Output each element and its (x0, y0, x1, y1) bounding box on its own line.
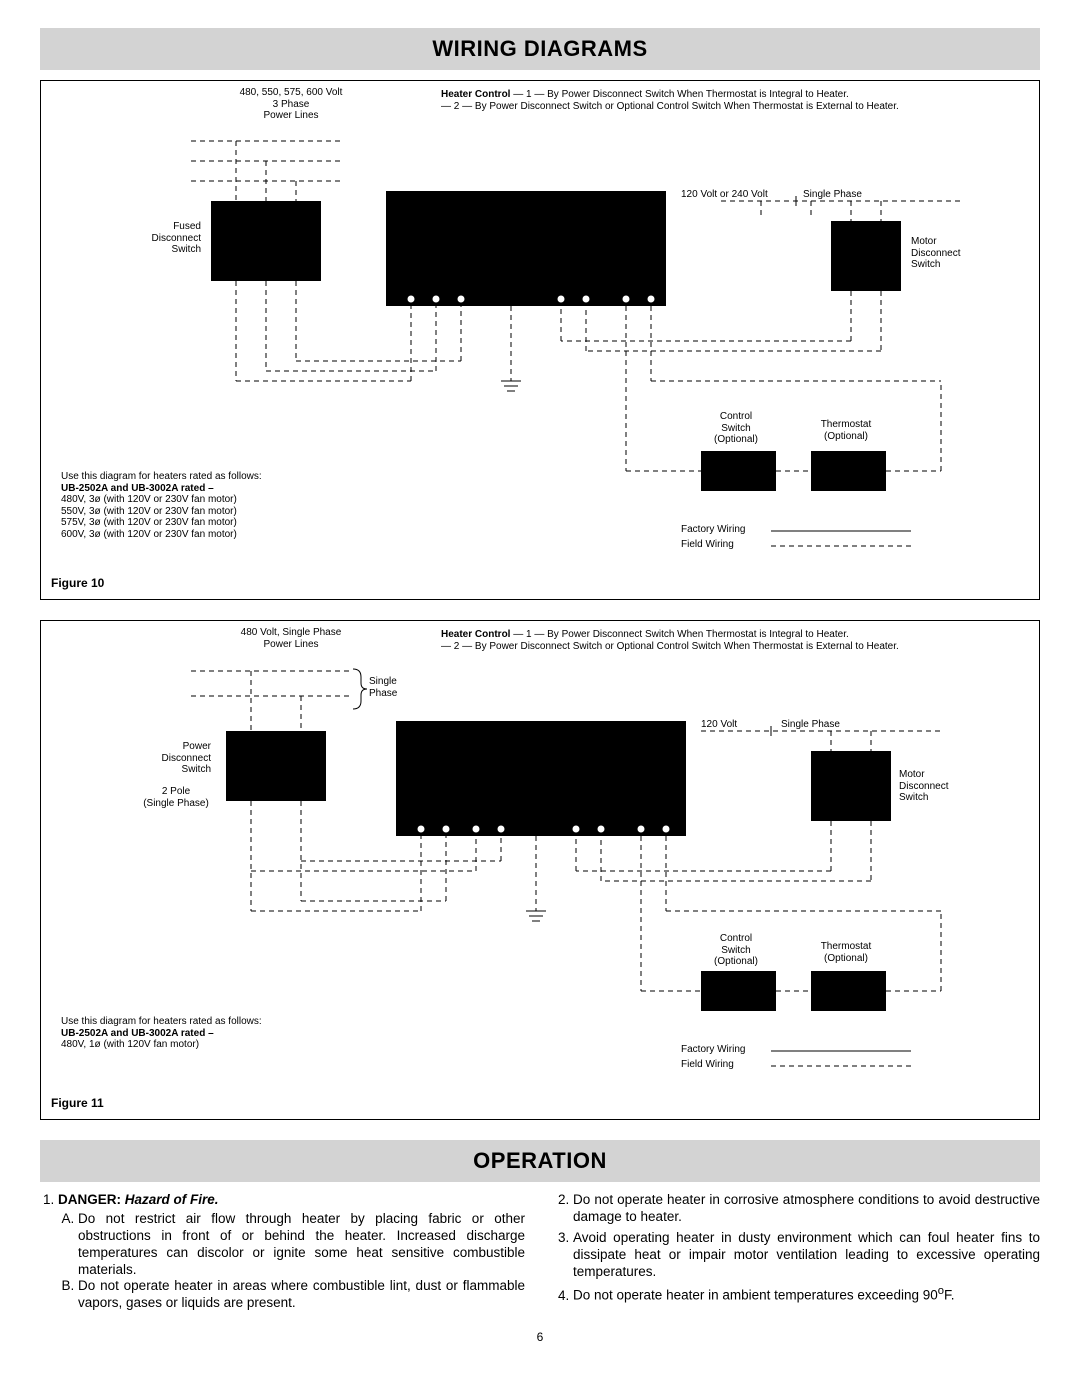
ratings-11: Use this diagram for heaters rated as fo… (61, 1016, 381, 1051)
op-4: Do not operate heater in ambient tempera… (573, 1284, 1040, 1304)
motor-switch-label: Motor Disconnect Switch (911, 236, 991, 271)
heater-box-text-11: Type "UB" Heater Internal Wiring Diagram… (398, 723, 696, 794)
motor-phase-11: Single Phase (781, 719, 840, 731)
field-wiring-label-11: Field Wiring (681, 1059, 734, 1071)
single-phase-brace: Single Phase (369, 676, 397, 699)
motor-volt: 120 Volt or 240 Volt (681, 189, 768, 201)
motor-switch-label-11: Motor Disconnect Switch (899, 769, 979, 804)
power-switch-label: Power Disconnect Switch (111, 741, 211, 776)
control-switch-label: Control Switch (Optional) (691, 411, 781, 446)
figure-11-caption: Figure 11 (51, 1096, 104, 1110)
factory-wiring-label-11: Factory Wiring (681, 1044, 745, 1056)
op-1b: Do not operate heater in areas where com… (78, 1278, 525, 1312)
motor-volt-11: 120 Volt (701, 719, 737, 731)
section-header-wiring: WIRING DIAGRAMS (40, 28, 1040, 70)
field-wiring-label: Field Wiring (681, 539, 734, 551)
figure-10-caption: Figure 10 (51, 576, 104, 590)
factory-wiring-label: Factory Wiring (681, 524, 745, 536)
fused-switch-label: Fused Disconnect Switch (101, 221, 201, 256)
op-1a: Do not restrict air flow through heater … (78, 1211, 525, 1279)
heater-box-text: Type "UB" Heater Internal Wiring Diagram… (388, 193, 676, 276)
control-switch-label-11: Control Switch (Optional) (691, 933, 781, 968)
page-number: 6 (40, 1330, 1040, 1344)
op-2: Do not operate heater in corrosive atmos… (573, 1192, 1040, 1226)
section-header-operation: OPERATION (40, 1140, 1040, 1182)
motor-phase: Single Phase (803, 189, 862, 201)
terminals-10: AL1 AL2 AL3 Grd. ML1 ML2 C3 C4 (401, 281, 701, 294)
thermostat-label-11: Thermostat (Optional) (801, 941, 891, 964)
terminals-11: BL1 BL2 AL1 AL2 Grd. ML1 ML2 C3 C4 (411, 811, 731, 824)
thermostat-label: Thermostat (Optional) (801, 419, 891, 442)
ratings-10: Use this diagram for heaters rated as fo… (61, 471, 381, 540)
op-3: Avoid operating heater in dusty environm… (573, 1230, 1040, 1281)
figure-10-frame: 480, 550, 575, 600 Volt 3 Phase Power Li… (40, 80, 1040, 600)
power-switch-sub: 2 Pole (Single Phase) (131, 786, 221, 809)
figure-11-frame: 480 Volt, Single Phase Power Lines Heate… (40, 620, 1040, 1120)
operation-text: DANGER: Hazard of Fire. Do not restrict … (40, 1192, 1040, 1316)
